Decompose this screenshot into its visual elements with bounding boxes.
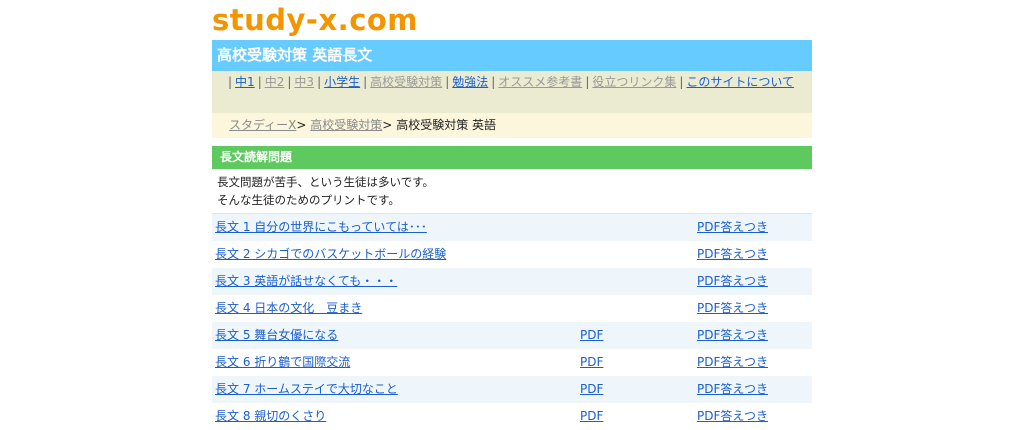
site-logo[interactable]: study-x.com [212, 2, 418, 38]
breadcrumb-separator: > [382, 118, 393, 132]
nav-link-exam-prep[interactable]: 高校受験対策 [370, 75, 442, 89]
worksheet-title-link[interactable]: 長文 6 折り鶴で国際交流 [215, 349, 350, 376]
pdf-answer-link[interactable]: PDF答えつき [697, 322, 768, 349]
nav-link-useful-links[interactable]: 役立つリンク集 [592, 75, 676, 89]
pdf-link[interactable]: PDF [580, 322, 603, 349]
table-row: 長文 4 日本の文化 豆まき PDF答えつき [212, 295, 812, 322]
section-intro: 長文問題が苦手、という生徒は多いです。 そんな生徒のためのプリントです。 [217, 173, 434, 209]
pdf-answer-link[interactable]: PDF答えつき [697, 376, 768, 403]
worksheet-title-link[interactable]: 長文 7 ホームステイで大切なこと [215, 376, 398, 403]
nav-link-chu3[interactable]: 中3 [294, 75, 314, 89]
pdf-answer-link[interactable]: PDF答えつき [697, 241, 768, 268]
nav-separator: | [585, 75, 590, 89]
top-nav: | 中1 | 中2 | 中3 | 小学生 | 高校受験対策 | 勉強法 | オススメ参考書 | 役立つリンク集… [212, 71, 812, 113]
nav-separator: | [491, 75, 496, 89]
nav-separator: | [445, 75, 450, 89]
nav-link-recommended-books[interactable]: オススメ参考書 [498, 75, 582, 89]
intro-line: 長文問題が苦手、という生徒は多いです。 [217, 175, 435, 189]
nav-link-study-method[interactable]: 勉強法 [452, 75, 488, 89]
pdf-answer-link[interactable]: PDF答えつき [697, 295, 768, 322]
nav-link-elementary[interactable]: 小学生 [324, 75, 360, 89]
nav-link-about[interactable]: このサイトについて [686, 75, 794, 89]
section-heading: 長文読解問題 [212, 146, 812, 169]
table-row: 長文 5 舞台女優になる PDF PDF答えつき [212, 322, 812, 349]
breadcrumb-current: 高校受験対策 英語 [396, 118, 497, 132]
table-row: 長文 2 シカゴでのバスケットボールの経験 PDF答えつき [212, 241, 812, 268]
pdf-answer-link[interactable]: PDF答えつき [697, 349, 768, 376]
nav-separator: | [363, 75, 368, 89]
pdf-answer-link[interactable]: PDF答えつき [697, 268, 768, 295]
nav-link-chu1[interactable]: 中1 [235, 75, 255, 89]
worksheet-table: 長文 1 自分の世界にこもっていては･･･ PDF答えつき 長文 2 シカゴでの… [212, 213, 812, 430]
nav-link-chu2[interactable]: 中2 [265, 75, 285, 89]
pdf-link[interactable]: PDF [580, 349, 603, 376]
table-row: 長文 7 ホームステイで大切なこと PDF PDF答えつき [212, 376, 812, 403]
table-row: 長文 1 自分の世界にこもっていては･･･ PDF答えつき [212, 214, 812, 241]
nav-separator: | [679, 75, 684, 89]
worksheet-title-link[interactable]: 長文 2 シカゴでのバスケットボールの経験 [215, 241, 446, 268]
breadcrumb-separator: > [296, 118, 307, 132]
intro-line: そんな生徒のためのプリントです。 [217, 193, 400, 207]
table-row: 長文 6 折り鶴で国際交流 PDF PDF答えつき [212, 349, 812, 376]
pdf-answer-link[interactable]: PDF答えつき [697, 214, 768, 241]
nav-separator: | [317, 75, 322, 89]
table-row: 長文 3 英語が話せなくても・・・ PDF答えつき [212, 268, 812, 295]
nav-separator: | [257, 75, 262, 89]
worksheet-title-link[interactable]: 長文 5 舞台女優になる [215, 322, 338, 349]
breadcrumb: スタディーX> 高校受験対策> 高校受験対策 英語 [212, 113, 812, 138]
worksheet-title-link[interactable]: 長文 1 自分の世界にこもっていては･･･ [215, 214, 427, 241]
worksheet-title-link[interactable]: 長文 3 英語が話せなくても・・・ [215, 268, 397, 295]
page-title: 高校受験対策 英語長文 [212, 40, 812, 71]
breadcrumb-parent[interactable]: 高校受験対策 [310, 118, 382, 132]
nav-separator: | [228, 75, 233, 89]
breadcrumb-home[interactable]: スタディーX [229, 118, 296, 132]
nav-separator: | [287, 75, 292, 89]
worksheet-title-link[interactable]: 長文 4 日本の文化 豆まき [215, 295, 362, 322]
pdf-link[interactable]: PDF [580, 376, 603, 403]
